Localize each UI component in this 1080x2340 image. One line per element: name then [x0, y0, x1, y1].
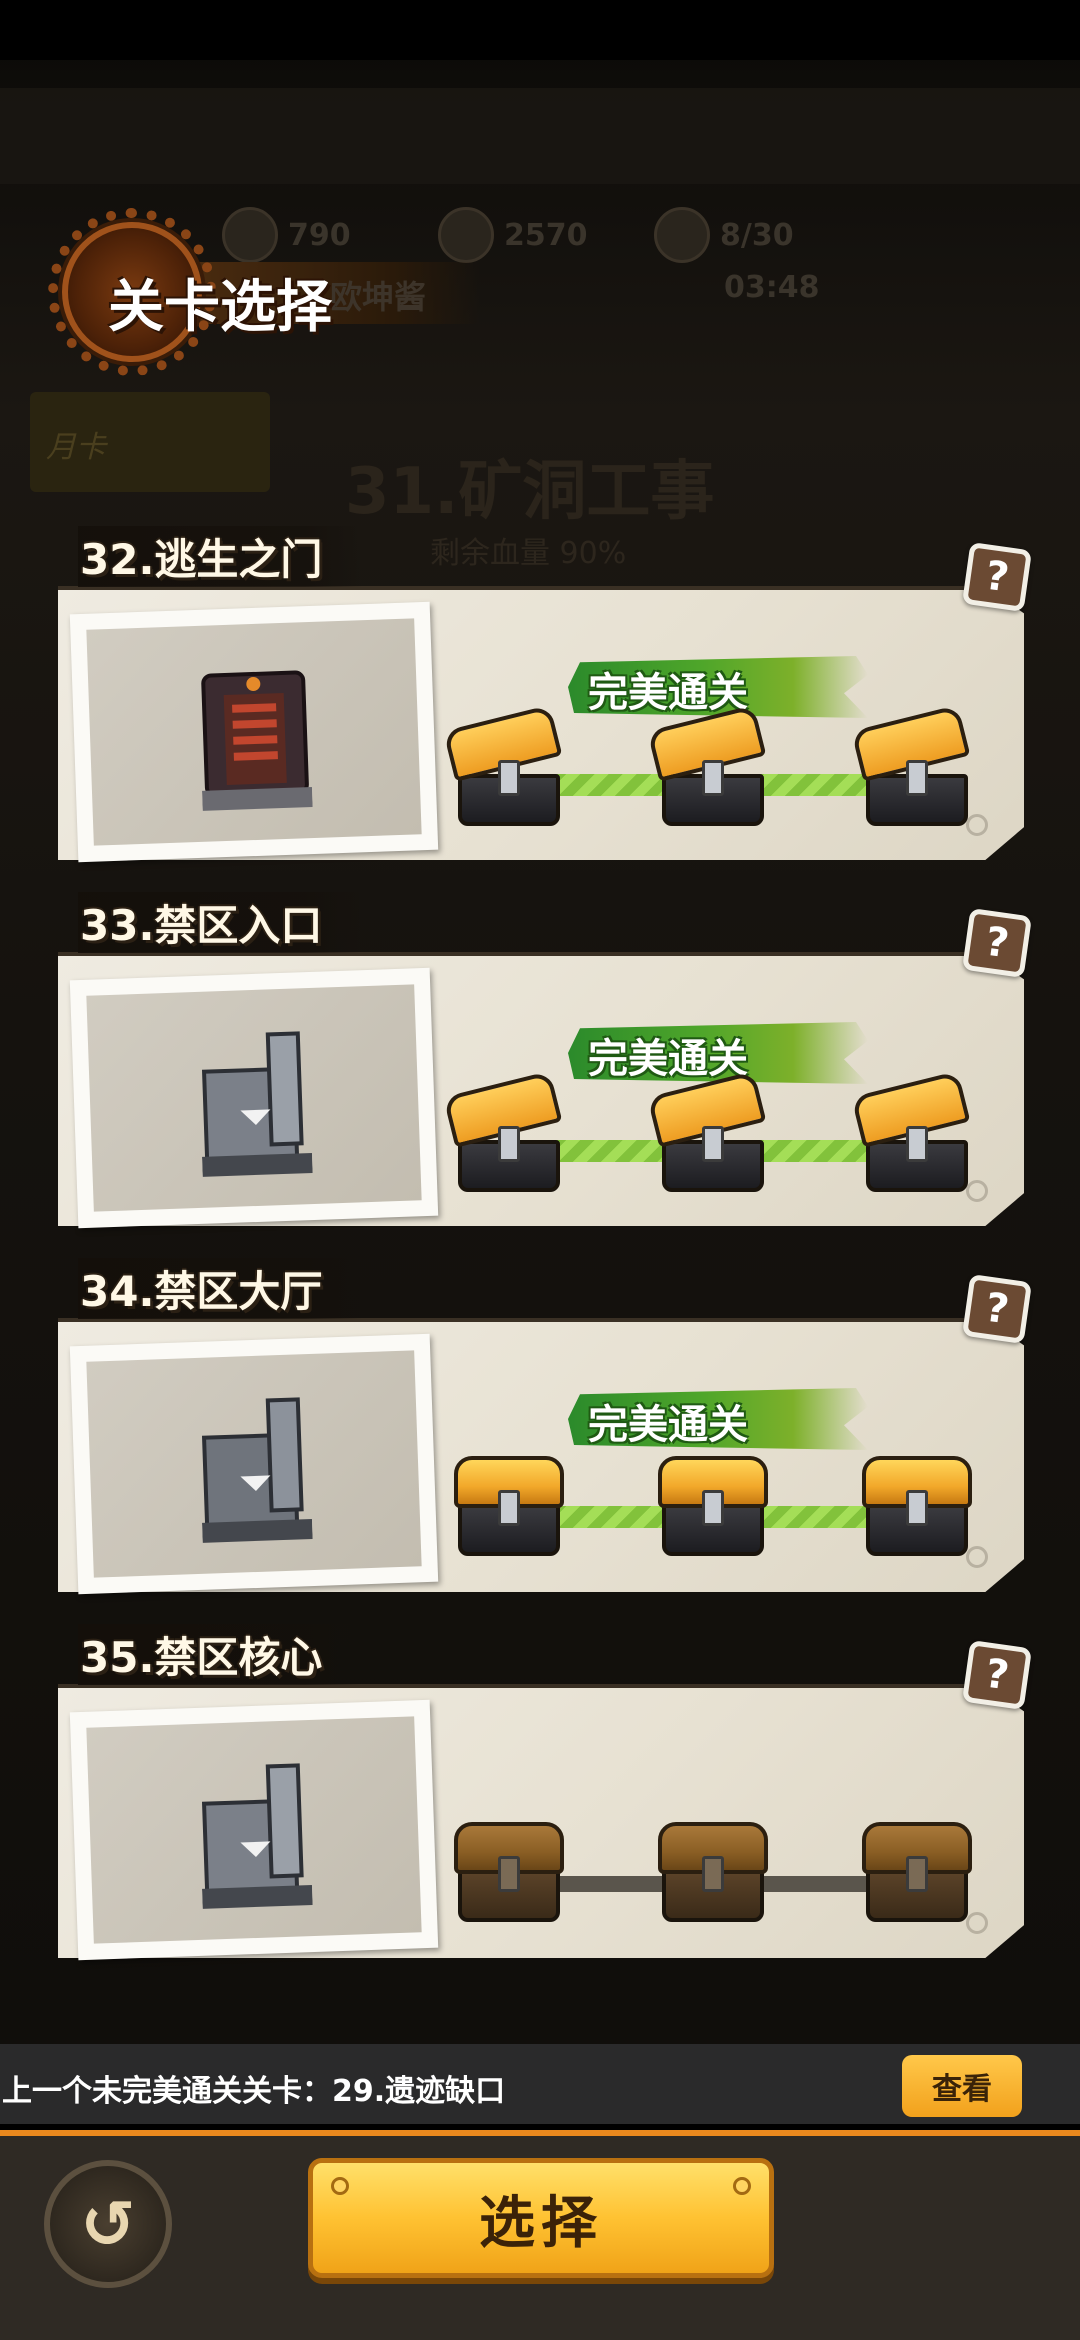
level-title: 33.禁区入口 [78, 892, 363, 953]
level-card-34[interactable]: 34.禁区大厅 ? 完美通关 [58, 1258, 1033, 1595]
gem-count: 790 [288, 217, 351, 253]
level-photo [69, 1699, 439, 1961]
help-button[interactable]: ? [961, 541, 1033, 613]
reward-chest-icon[interactable] [658, 1456, 768, 1556]
screw-icon [733, 2177, 751, 2195]
level-card-33[interactable]: 33.禁区入口 ? 完美通关 [58, 892, 1033, 1229]
locked-chest-icon[interactable] [862, 1822, 972, 1922]
perfect-clear-label: 完美通关 [588, 1036, 748, 1082]
help-button[interactable]: ? [961, 907, 1033, 979]
stamina-timer: 03:48 [724, 269, 820, 305]
reward-chest-icon[interactable] [647, 1070, 768, 1192]
back-button[interactable]: ↺ [44, 2160, 172, 2288]
select-label: 选择 [479, 2190, 603, 2256]
reward-chest-icon[interactable] [443, 704, 564, 826]
level-title: 35.禁区核心 [78, 1624, 363, 1685]
select-button[interactable]: 选择 [308, 2158, 774, 2278]
level-photo [69, 601, 439, 863]
back-arrow-icon: ↺ [80, 2185, 136, 2263]
coin-resource: 2570 [438, 207, 588, 263]
background-top-bar [0, 88, 1080, 184]
reward-chest-icon[interactable] [862, 1456, 972, 1556]
reward-chest-icon[interactable] [443, 1070, 564, 1192]
gem-icon [222, 207, 278, 263]
reward-chest-icon[interactable] [851, 704, 972, 826]
perfect-clear-label: 完美通关 [588, 670, 748, 716]
corner-screw-icon [966, 814, 988, 836]
corner-screw-icon [966, 1912, 988, 1934]
corner-screw-icon [966, 1180, 988, 1202]
red-door-icon [201, 670, 313, 811]
screw-icon [331, 2177, 349, 2195]
level-card-35[interactable]: 35.禁区核心 ? [58, 1624, 1033, 1961]
reward-chest-icon[interactable] [851, 1070, 972, 1192]
gem-resource: 790 [222, 207, 351, 263]
reward-chest-icon[interactable] [647, 704, 768, 826]
gray-fortress-icon [201, 1397, 313, 1543]
player-name: 欧坤酱 [330, 278, 427, 316]
help-button[interactable]: ? [961, 1273, 1033, 1345]
stamina-resource: 8/30 [654, 207, 794, 263]
stamina-count: 8/30 [720, 217, 794, 253]
gray-fortress-icon [201, 1031, 313, 1177]
corner-screw-icon [966, 1546, 988, 1568]
level-title: 32.逃生之门 [78, 526, 363, 587]
locked-chest-icon[interactable] [454, 1822, 564, 1922]
coin-count: 2570 [504, 217, 588, 253]
level-photo [69, 967, 439, 1229]
level-title: 34.禁区大厅 [78, 1258, 363, 1319]
background-stage-title: 31.矿洞工事 [345, 455, 715, 529]
level-card-32[interactable]: 32.逃生之门 ? 完美通关 [58, 526, 1033, 863]
level-photo [69, 1333, 439, 1595]
last-unperfect-level-text: 上一个未完美通关关卡：29.遗迹缺口 [2, 2074, 506, 2109]
perfect-clear-label: 完美通关 [588, 1402, 748, 1448]
locked-chest-icon[interactable] [658, 1822, 768, 1922]
status-bar [0, 0, 1080, 60]
reward-chest-icon[interactable] [454, 1456, 564, 1556]
coin-icon [438, 207, 494, 263]
view-button[interactable]: 查看 [902, 2055, 1022, 2117]
monthly-card: 月卡 [30, 392, 270, 492]
page-title: 关卡选择 [108, 275, 332, 340]
gray-fortress-icon [201, 1763, 313, 1909]
meat-icon [654, 207, 710, 263]
help-button[interactable]: ? [961, 1639, 1033, 1711]
